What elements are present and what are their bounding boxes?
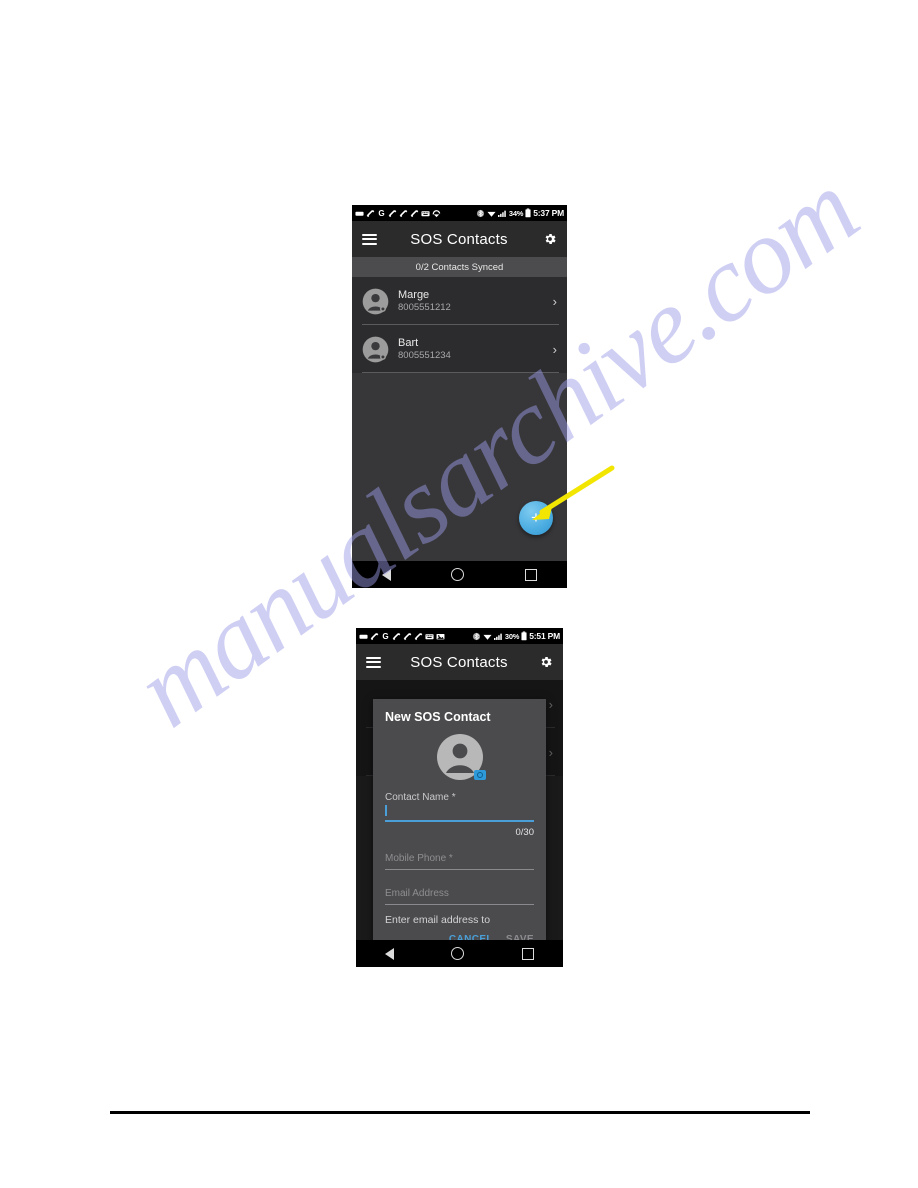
settings-button[interactable] <box>537 655 553 669</box>
contact-details: Bart 8005551234 <box>398 337 553 362</box>
contact-avatar-icon <box>436 733 486 781</box>
contact-name-field[interactable]: Contact Name * <box>385 790 534 822</box>
table-row[interactable]: Bart 8005551234 › <box>352 325 567 373</box>
save-button[interactable]: SAVE <box>506 934 534 941</box>
link-icon <box>403 632 412 640</box>
link-icon <box>414 632 423 640</box>
dialog-host-area: › › New SOS Contact <box>356 680 563 940</box>
dialog-title: New SOS Contact <box>385 710 491 724</box>
page-title: SOS Contacts <box>410 230 508 248</box>
field-underline <box>385 820 534 822</box>
battery-icon <box>521 631 527 641</box>
link-icon <box>392 632 401 640</box>
hamburger-menu-icon[interactable] <box>366 656 381 668</box>
chevron-right-icon: › <box>552 341 557 357</box>
text-caret <box>385 805 534 817</box>
signal-bars-icon <box>493 633 502 640</box>
android-nav-bar <box>356 940 563 967</box>
contacts-list: Marge 8005551212 › Bart 8005551234 › <box>352 277 567 373</box>
hamburger-menu-icon[interactable] <box>362 233 377 245</box>
android-nav-bar <box>352 561 567 588</box>
link-icon <box>388 209 397 217</box>
signal-bars-icon <box>497 210 506 217</box>
battery-percent-label: 30% <box>504 631 520 641</box>
google-icon: G <box>378 209 384 218</box>
recents-square-icon[interactable] <box>524 568 537 581</box>
contact-avatar-icon <box>362 288 389 315</box>
sync-icon <box>432 209 441 217</box>
field-underline <box>385 868 534 870</box>
contact-name-label: Contact Name * <box>385 792 456 803</box>
status-bar: G 34% 5:37 PM <box>352 205 567 221</box>
field-underline <box>385 903 534 905</box>
app-toolbar: SOS Contacts <box>352 221 567 257</box>
email-address-field[interactable]: Email Address <box>385 886 534 905</box>
svg-text:G: G <box>378 209 384 218</box>
bluetooth-icon <box>476 209 484 217</box>
settings-button[interactable] <box>541 232 557 246</box>
table-row[interactable]: Marge 8005551212 › <box>352 277 567 325</box>
clock-label: 5:37 PM <box>533 208 564 218</box>
contact-name-label: Bart <box>398 336 419 349</box>
phone-two-screen: G 30% 5:51 PM SOS Contacts New SOS Conta… <box>356 628 563 967</box>
mobile-phone-field[interactable]: Mobile Phone * <box>385 851 534 870</box>
page-footer-divider <box>110 1111 810 1114</box>
battery-icon <box>525 208 531 218</box>
wifi-icon <box>483 634 492 640</box>
gear-icon <box>541 656 552 668</box>
status-bar-notifications: G <box>355 209 441 218</box>
link-icon <box>410 209 419 217</box>
new-contact-dialog: New SOS Contact Contact Name * 0/30 Mobi… <box>373 699 546 940</box>
contact-details: Marge 8005551212 <box>398 289 553 314</box>
battery-percent-label: 34% <box>508 208 524 218</box>
clock-label: 5:51 PM <box>529 631 560 641</box>
back-triangle-icon[interactable] <box>382 568 392 581</box>
message-icon <box>359 634 368 639</box>
status-bar-system: 34% 5:37 PM <box>476 208 564 218</box>
sync-status-banner: 0/2 Contacts Synced <box>352 257 567 277</box>
link-icon <box>399 209 408 217</box>
email-address-label: Email Address <box>385 887 449 899</box>
camera-icon[interactable] <box>473 770 486 780</box>
status-bar-notifications: G <box>359 632 445 641</box>
link-icon <box>370 632 379 640</box>
svg-text:G: G <box>382 632 388 641</box>
phone-screenshot-contacts-list: G 34% 5:37 PM SOS Contacts 0/2 Contacts … <box>352 205 567 588</box>
chevron-right-icon: › <box>552 293 557 309</box>
status-bar: G 30% 5:51 PM <box>356 628 563 644</box>
empty-list-area: + <box>352 373 567 561</box>
wifi-icon <box>487 211 496 217</box>
page-title: SOS Contacts <box>410 653 508 671</box>
phone-screenshot-new-contact-dialog: G 30% 5:51 PM SOS Contacts New SOS Conta… <box>356 628 563 967</box>
message-icon <box>355 211 364 216</box>
link-icon <box>366 209 375 217</box>
recents-square-icon[interactable] <box>522 947 535 960</box>
google-icon: G <box>382 632 388 641</box>
dialog-avatar-area[interactable] <box>385 733 534 781</box>
contact-phone-label: 8005551212 <box>398 301 451 313</box>
gear-icon <box>545 233 556 245</box>
home-circle-icon[interactable] <box>451 568 465 581</box>
home-circle-icon[interactable] <box>451 947 465 960</box>
status-bar-system: 30% 5:51 PM <box>472 631 560 641</box>
dialog-actions: CANCEL SAVE <box>385 932 534 941</box>
helper-text: Enter email address to <box>385 913 491 926</box>
contact-phone-label: 8005551234 <box>398 349 451 361</box>
image-icon <box>436 633 445 639</box>
keyboard-icon <box>421 210 430 216</box>
app-toolbar: SOS Contacts <box>356 644 563 680</box>
mobile-phone-label: Mobile Phone * <box>385 852 453 864</box>
keyboard-icon <box>425 633 434 639</box>
bluetooth-icon <box>472 632 480 640</box>
back-triangle-icon[interactable] <box>384 947 394 960</box>
add-contact-fab[interactable]: + <box>519 501 553 535</box>
contact-name-label: Marge <box>398 288 430 301</box>
character-counter: 0/30 <box>515 826 535 838</box>
contact-avatar-icon <box>362 336 389 363</box>
cancel-button[interactable]: CANCEL <box>449 934 493 941</box>
phone-one-screen: G 34% 5:37 PM SOS Contacts 0/2 Contacts … <box>352 205 567 588</box>
plus-icon: + <box>531 508 541 527</box>
